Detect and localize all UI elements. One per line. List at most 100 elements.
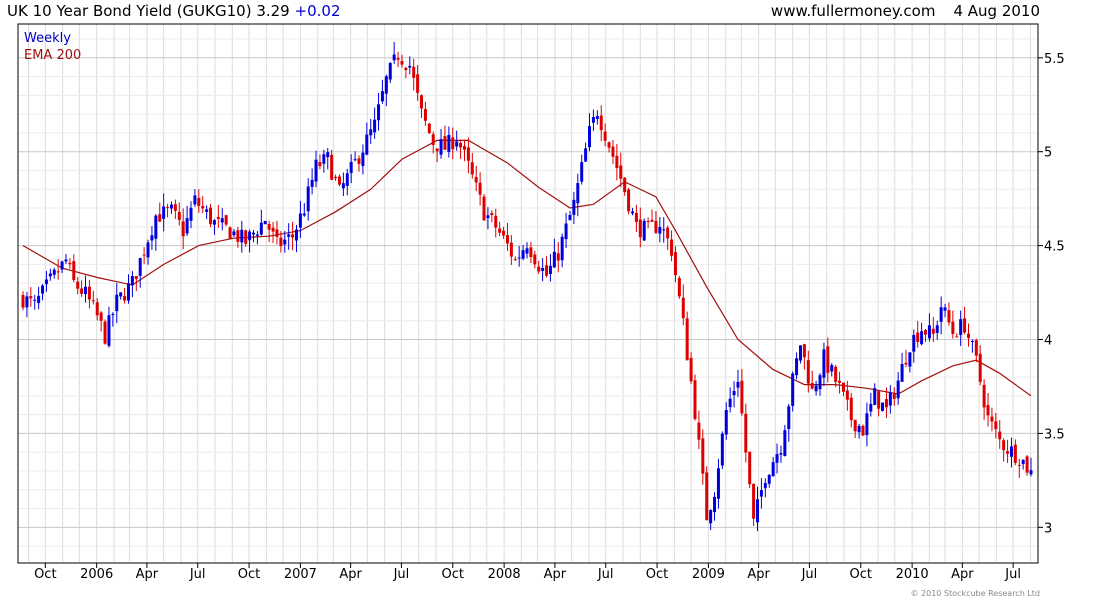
candle-up: [787, 406, 791, 430]
candle-up: [146, 242, 150, 258]
candle-down: [982, 384, 986, 408]
candle-up: [232, 231, 236, 236]
legend-ema: EMA 200: [24, 48, 81, 63]
candle-up: [572, 199, 576, 215]
candle-down: [431, 134, 435, 146]
candle-up: [111, 314, 115, 316]
candle-up: [189, 207, 193, 221]
candle-down: [271, 227, 275, 232]
ema-200-line: [22, 139, 1032, 397]
candle-up: [353, 159, 357, 161]
candle-down: [236, 230, 240, 242]
candle-down: [748, 451, 752, 485]
candle-down: [91, 300, 95, 302]
candle-up: [408, 65, 412, 68]
candle-down: [978, 353, 982, 382]
plot-frame: [17, 23, 1039, 564]
candle-up: [630, 211, 634, 214]
candle-down: [838, 380, 842, 383]
x-tick-label: Oct: [238, 567, 260, 582]
candle-down: [670, 239, 674, 256]
candle-down: [396, 58, 400, 60]
candle-down: [466, 147, 470, 161]
x-tick-label: Apr: [747, 567, 770, 582]
candle-down: [166, 207, 170, 209]
candle-down: [158, 214, 162, 222]
x-tick-label: Apr: [339, 567, 362, 582]
candle-down: [681, 297, 685, 319]
candle-up: [259, 222, 263, 235]
candle-up: [783, 430, 787, 456]
candle-up: [568, 214, 572, 221]
candle-up: [658, 227, 662, 234]
candle-up: [365, 134, 369, 155]
candle-down: [462, 146, 466, 150]
candle-down: [99, 312, 103, 321]
candle-up: [283, 239, 287, 245]
candle-down: [474, 176, 478, 183]
candle-down: [494, 215, 498, 228]
candle-up: [298, 213, 302, 228]
candle-down: [673, 252, 677, 276]
y-tick-label: 5.5: [1044, 52, 1065, 67]
y-axis: 3 3.5 4 4.5 5 5.5: [1038, 52, 1065, 536]
candle-down: [216, 216, 220, 219]
x-tick-label: Apr: [951, 567, 974, 582]
candle-down: [459, 142, 463, 148]
candle-up: [541, 268, 545, 271]
candle-up: [380, 91, 384, 102]
candle-up: [287, 234, 291, 237]
candle-up: [642, 220, 646, 241]
candle-down: [412, 66, 416, 78]
candle-up: [130, 275, 134, 286]
candle-up: [756, 499, 760, 523]
candle-up: [1029, 470, 1033, 475]
candle-up: [107, 315, 111, 346]
x-tick-label: 2006: [80, 567, 113, 582]
candle-up: [912, 334, 916, 352]
y-tick-label: 3: [1044, 521, 1052, 536]
candle-up: [126, 283, 130, 301]
candle-down: [72, 261, 76, 281]
candle-down: [244, 230, 248, 244]
candle-down: [810, 382, 814, 389]
candle-down: [80, 288, 84, 294]
candle-up: [767, 474, 771, 484]
candle-up: [791, 373, 795, 406]
candle-up: [52, 269, 56, 275]
candle-down: [627, 189, 631, 212]
candle-up: [486, 215, 490, 219]
legend-weekly: Weekly: [24, 31, 71, 46]
candle-up: [220, 218, 224, 223]
candle-down: [1002, 440, 1006, 451]
candle-up: [896, 380, 900, 399]
y-tick-label: 4.5: [1044, 240, 1065, 255]
candle-up: [373, 119, 377, 133]
candle-down: [502, 230, 506, 236]
candle-up: [212, 220, 216, 225]
candle-down: [400, 61, 404, 65]
candle-up: [771, 462, 775, 477]
candle-down: [29, 296, 33, 299]
candle-down: [998, 431, 1002, 440]
candle-up: [64, 259, 68, 262]
candle-up: [326, 152, 330, 158]
candle-up: [709, 509, 713, 524]
candlestick-chart: 33.544.555.5 Oct 2006 Apr Jul Oct 2007 Apr Jul O…: [17, 23, 1065, 582]
plot-border: [17, 23, 1039, 564]
candle-up: [822, 349, 826, 378]
candle-up: [857, 426, 861, 433]
candle-up: [943, 307, 947, 311]
y-tick-label: 3.5: [1044, 427, 1065, 442]
candle-down: [482, 196, 486, 221]
candle-down: [420, 95, 424, 109]
candle-down: [685, 318, 689, 361]
candle-up: [560, 236, 564, 261]
candle-down: [103, 321, 107, 344]
candle-up: [716, 468, 720, 499]
candle-up: [37, 295, 41, 304]
x-tick-label: 2007: [284, 567, 317, 582]
candle-down: [623, 177, 627, 193]
candle-down: [916, 332, 920, 342]
candle-up: [455, 141, 459, 147]
